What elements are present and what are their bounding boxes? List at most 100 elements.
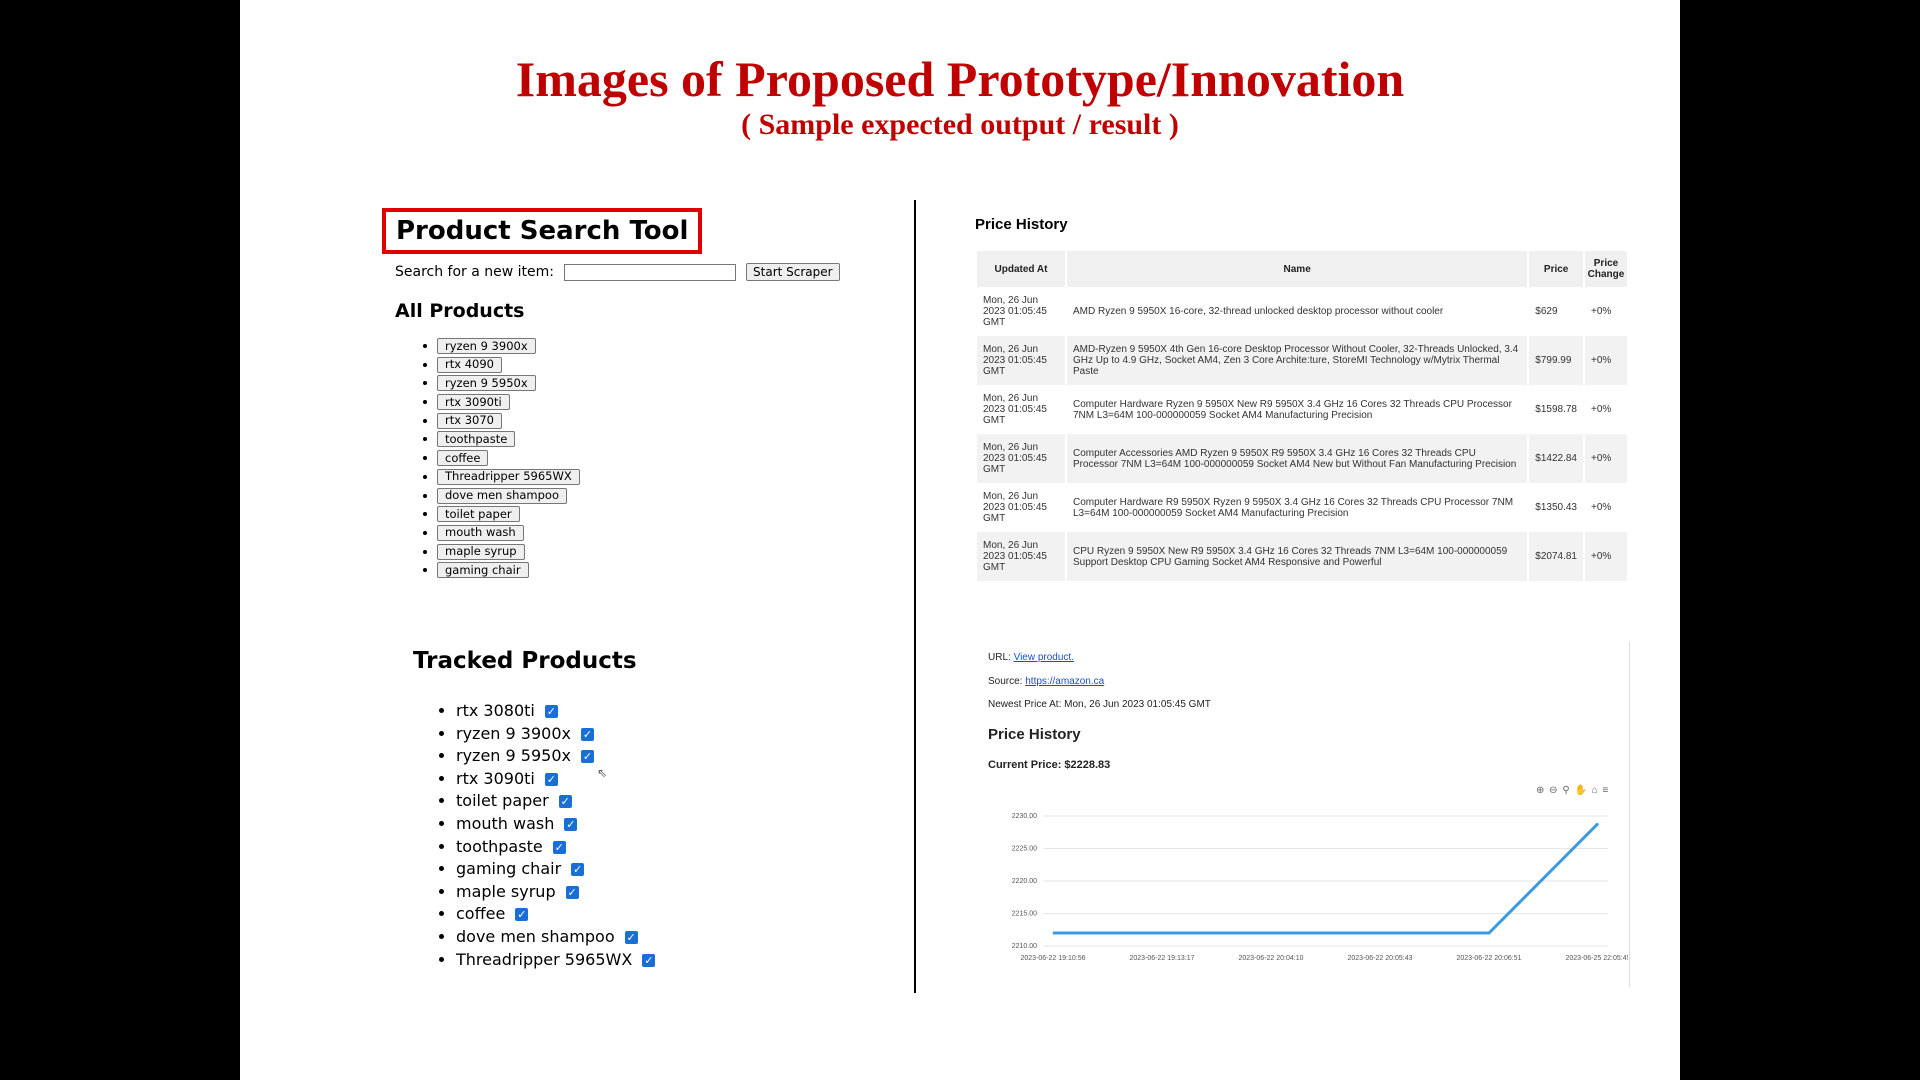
source-link[interactable]: https://amazon.ca — [1025, 676, 1104, 687]
list-item: toilet paper — [437, 506, 580, 525]
tracked-checkbox[interactable]: ✓ — [624, 930, 638, 944]
tracked-item-label: dove men shampoo — [456, 926, 615, 946]
cell-updated-at: Mon, 26 Jun 2023 01:05:45 GMT — [977, 336, 1065, 385]
table-row[interactable]: Mon, 26 Jun 2023 01:05:45 GMT AMD-Ryzen 9… — [977, 336, 1627, 385]
tracked-checkbox[interactable]: ✓ — [552, 840, 566, 854]
cell-name: AMD Ryzen 9 5950X 16-core, 32-thread unl… — [1073, 306, 1444, 317]
x-tick-label: 2023-06-22 19:10:56 — [1021, 955, 1086, 962]
product-button[interactable]: rtx 4090 — [437, 356, 502, 373]
table-header-row: Updated At Name Price Price Change — [977, 251, 1627, 287]
tracked-item: toilet paper ✓ — [456, 791, 655, 814]
table-row[interactable]: Mon, 26 Jun 2023 01:05:45 GMT Computer Ac… — [977, 434, 1627, 483]
product-button[interactable]: mouth wash — [437, 524, 524, 541]
product-button[interactable]: ryzen 9 3900x — [437, 338, 536, 354]
cell-price: $2074.81 — [1529, 532, 1583, 581]
cell-name: AMD-Ryzen 9 5950X 4th Gen 16-core Deskto… — [1067, 336, 1528, 385]
search-label: Search for a new item: — [395, 264, 555, 280]
series-line — [1053, 822, 1600, 935]
cell-name: Computer Accessories AMD Ryzen 9 5950X R… — [1067, 434, 1528, 483]
price-history-chart: 2210.00 2215.00 2220.00 2225.00 2230.00 2023-… — [1012, 813, 1629, 962]
product-button[interactable]: maple syrup — [437, 543, 525, 560]
list-item: rtx 3090ti — [437, 394, 580, 413]
list-item: mouth wash — [437, 524, 580, 544]
tracked-checkbox[interactable]: ✓ — [580, 727, 594, 741]
tracked-checkbox[interactable]: ✓ — [544, 705, 558, 718]
list-item: rtx 4090 — [437, 356, 580, 376]
cell-price-change: +0% — [1585, 532, 1627, 581]
slide-subtitle: ( Sample expected output / result ) — [741, 108, 1179, 141]
source-line: Source: https://amazon.ca — [988, 676, 1104, 687]
cell-updated-at: Mon, 26 Jun 2023 01:05:45 GMT — [983, 393, 1047, 426]
product-button[interactable]: toilet paper — [437, 506, 520, 523]
product-button[interactable]: rtx 3070 — [437, 412, 502, 429]
tracked-item-label: coffee — [456, 904, 506, 924]
list-item: toothpaste — [437, 431, 580, 450]
product-button[interactable]: gaming chair — [437, 562, 529, 579]
tracked-checkbox[interactable]: ✓ — [558, 795, 572, 809]
table-row[interactable]: Mon, 26 Jun 2023 01:05:45 GMT AMD Ryzen 9… — [977, 287, 1627, 336]
product-button[interactable]: dove men shampoo — [437, 487, 567, 504]
tracked-item: rtx 3080ti ✓ — [456, 701, 655, 724]
data-point — [1379, 932, 1381, 934]
header-price-change[interactable]: Price Change — [1585, 251, 1627, 287]
tracked-item: maple syrup ✓ — [456, 882, 655, 905]
newest-price-text: Newest Price At: Mon, 26 Jun 2023 01:05:… — [988, 699, 1211, 710]
tracked-item: toothpaste ✓ — [456, 837, 655, 860]
search-row: Search for a new item: Start Scraper — [395, 263, 840, 281]
tracked-checkbox[interactable]: ✓ — [565, 885, 579, 899]
product-detail-panel: URL: View product. Source: https://amazo… — [988, 642, 1630, 987]
slide-title: Images of Proposed Prototype/Innovation — [515, 51, 1405, 107]
url-label: URL: — [988, 652, 1011, 663]
cell-price-change: +0% — [1591, 502, 1612, 513]
cell-name: CPU Ryzen 9 5950X New R9 5950X 3.4 GHz 1… — [1067, 532, 1528, 581]
table-row[interactable]: Mon, 26 Jun 2023 01:05:45 GMT Computer Ha… — [977, 385, 1627, 434]
cell-name: Computer Hardware Ryzen 9 5950X New R9 5… — [1073, 398, 1512, 421]
cell-price-change: +0% — [1591, 306, 1612, 317]
x-tick-label: 2023-06-22 20:05:43 — [1348, 955, 1413, 962]
product-button[interactable]: Threadripper 5965WX — [437, 468, 580, 485]
all-products-list: ryzen 9 3900x rtx 4090 ryzen 9 5950x rtx 30… — [419, 338, 580, 581]
tracked-checkbox[interactable]: ✓ — [571, 863, 585, 877]
search-input[interactable] — [564, 263, 737, 281]
cell-updated-at: Mon, 26 Jun 2023 01:05:45 GMT — [983, 295, 1047, 328]
product-search-tool-title: Product Search Tool — [382, 208, 702, 254]
table-row[interactable]: Mon, 26 Jun 2023 01:05:45 GMT Computer Ha… — [977, 483, 1627, 532]
header-price[interactable]: Price — [1529, 251, 1583, 287]
header-name[interactable]: Name — [1067, 251, 1528, 287]
start-scraper-button[interactable]: Start Scraper — [746, 263, 840, 281]
all-products-heading: All Products — [395, 300, 525, 322]
product-button[interactable]: rtx 3090ti — [437, 394, 510, 411]
data-point — [1270, 932, 1272, 934]
view-product-link[interactable]: View product. — [1014, 652, 1074, 663]
y-tick-label: 2220.00 — [1012, 878, 1037, 885]
list-item: rtx 3070 — [437, 412, 580, 432]
product-button[interactable]: toothpaste — [437, 431, 516, 448]
price-history-table-title: Price History — [975, 216, 1068, 233]
chart-title: Price History — [988, 726, 1081, 743]
tracked-item: dove men shampoo ✓ — [456, 927, 655, 950]
tracked-checkbox[interactable]: ✓ — [580, 750, 594, 764]
header-updated-at[interactable]: Updated At — [977, 251, 1065, 287]
tracked-item: ryzen 9 5950x ✓ — [456, 746, 655, 769]
tracked-item-label: gaming chair — [456, 859, 562, 879]
cell-updated-at: Mon, 26 Jun 2023 01:05:45 GMT — [983, 491, 1047, 524]
product-button[interactable]: ryzen 9 5950x — [437, 375, 536, 392]
tracked-checkbox[interactable]: ✓ — [564, 817, 578, 831]
tracked-checkbox[interactable]: ✓ — [544, 772, 558, 786]
list-item: coffee — [437, 450, 580, 469]
table-row[interactable]: Mon, 26 Jun 2023 01:05:45 GMT CPU Ryzen 9… — [977, 532, 1627, 581]
cell-price-change: +0% — [1585, 434, 1627, 483]
tracked-item-label: ryzen 9 3900x — [456, 723, 571, 743]
product-button[interactable]: coffee — [437, 450, 489, 467]
price-history-table-container[interactable]: Updated At Name Price Price Change Mon, … — [975, 251, 1629, 585]
cell-price: $1598.78 — [1535, 404, 1577, 415]
tracked-item-label: toothpaste — [456, 836, 543, 856]
tracked-checkbox[interactable]: ✓ — [515, 908, 529, 922]
data-point — [1597, 823, 1599, 825]
tracked-item-label: mouth wash — [456, 813, 555, 833]
y-tick-label: 2225.00 — [1012, 846, 1037, 853]
tracked-checkbox[interactable]: ✓ — [642, 953, 656, 967]
tracked-item-label: Threadripper 5965WX — [456, 949, 633, 969]
x-tick-label: 2023-06-25 22:05:45 — [1566, 955, 1629, 962]
x-tick-label: 2023-06-22 19:13:17 — [1130, 955, 1195, 962]
